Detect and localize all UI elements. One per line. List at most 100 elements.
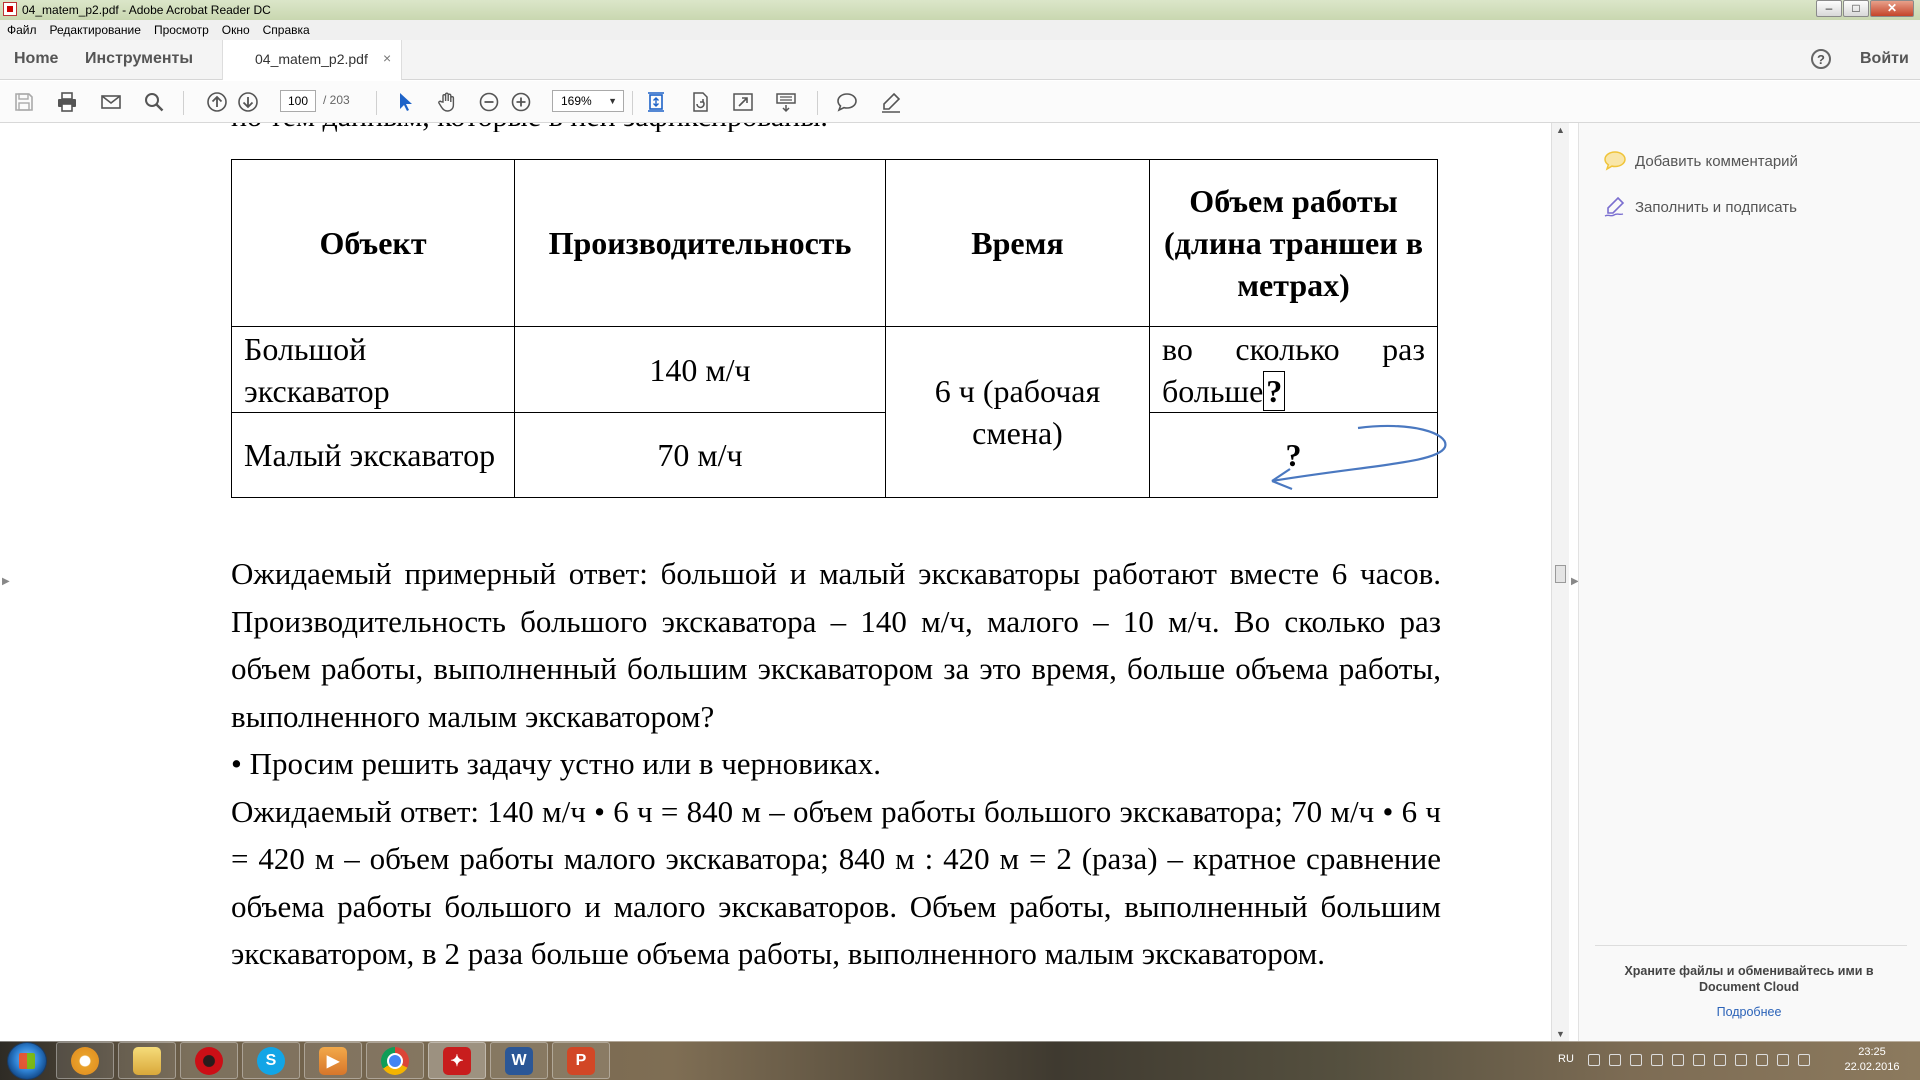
hand-icon[interactable] bbox=[434, 89, 460, 115]
fill-and-sign-button[interactable]: Заполнить и подписать bbox=[1603, 196, 1797, 218]
rotate-icon[interactable] bbox=[687, 89, 713, 115]
taskbar-app-skype[interactable]: S bbox=[242, 1042, 300, 1079]
tray-app-icon[interactable] bbox=[1588, 1054, 1600, 1066]
toolbar-separator bbox=[183, 91, 184, 115]
scroll-down-icon[interactable]: ▼ bbox=[1556, 1029, 1565, 1039]
tray-app-icon[interactable] bbox=[1714, 1054, 1726, 1066]
tab-document[interactable]: 04_matem_p2.pdf × bbox=[222, 40, 402, 80]
table-cell-object: Малый экскаватор bbox=[231, 412, 515, 498]
scroll-up-icon[interactable]: ▲ bbox=[1556, 125, 1565, 135]
window-title: 04_matem_p2.pdf - Adobe Acrobat Reader D… bbox=[22, 3, 271, 17]
nvidia-icon[interactable] bbox=[1693, 1054, 1705, 1066]
volume-text: во сколько раз больше bbox=[1162, 330, 1425, 409]
learn-more-link[interactable]: Подробнее bbox=[1599, 1005, 1899, 1019]
document-tab-label: 04_matem_p2.pdf bbox=[255, 51, 368, 67]
taskbar-app-explorer[interactable] bbox=[118, 1042, 176, 1079]
close-window-button[interactable]: ✕ bbox=[1870, 0, 1914, 17]
page-total: / 203 bbox=[323, 93, 350, 107]
table-header-cell: Объем работы (длина траншеи в метрах) bbox=[1149, 159, 1438, 327]
menu-window[interactable]: Окно bbox=[215, 23, 256, 37]
document-cloud-text: Храните файлы и обменивайтесь ими в Docu… bbox=[1624, 964, 1874, 994]
document-body-text: Ожидаемый примерный ответ: большой и мал… bbox=[231, 550, 1441, 978]
menu-help[interactable]: Справка bbox=[256, 23, 316, 37]
select-cursor-icon[interactable] bbox=[392, 89, 418, 115]
toolbar-separator bbox=[376, 91, 377, 115]
scroll-mode-icon[interactable] bbox=[773, 89, 799, 115]
menu-view[interactable]: Просмотр bbox=[147, 23, 215, 37]
full-screen-icon[interactable] bbox=[730, 89, 756, 115]
tray-app-icon[interactable] bbox=[1672, 1054, 1684, 1066]
table-cell-productivity: 70 м/ч bbox=[514, 412, 886, 498]
network-signal-icon[interactable] bbox=[1651, 1054, 1663, 1066]
data-table: Объект Производительность Время Объем ра… bbox=[231, 159, 1438, 498]
table-header-cell: Время bbox=[885, 159, 1150, 327]
tab-home[interactable]: Home bbox=[14, 50, 58, 68]
sign-icon[interactable] bbox=[878, 89, 904, 115]
windows-taskbar: S ▶ ✦ W P RU 23:25 22.02.2016 bbox=[0, 1041, 1920, 1080]
maximize-button[interactable]: □ bbox=[1843, 0, 1869, 17]
table-header-cell: Производительность bbox=[514, 159, 886, 327]
panel-divider bbox=[1595, 945, 1907, 946]
vertical-scrollbar[interactable]: ▲ ▼ bbox=[1551, 123, 1569, 1041]
start-button[interactable] bbox=[7, 1042, 47, 1080]
volume-icon[interactable] bbox=[1777, 1054, 1789, 1066]
window-title-bar: 04_matem_p2.pdf - Adobe Acrobat Reader D… bbox=[0, 0, 1920, 21]
table-cell-time: 6 ч (рабочая смена) bbox=[885, 326, 1150, 498]
tab-tools[interactable]: Инструменты bbox=[85, 50, 193, 68]
page-up-icon[interactable] bbox=[204, 89, 230, 115]
save-icon[interactable] bbox=[11, 89, 37, 115]
wifi-icon[interactable] bbox=[1798, 1054, 1810, 1066]
right-tools-panel: Добавить комментарий Заполнить и подписа… bbox=[1578, 123, 1920, 1041]
table-cell-volume: во сколько раз больше? bbox=[1149, 326, 1438, 413]
minimize-button[interactable]: – bbox=[1816, 0, 1842, 17]
print-icon[interactable] bbox=[54, 89, 80, 115]
table-cell-object: Большой экскаватор bbox=[231, 326, 515, 413]
toolbar: 100 / 203 169% ▼ bbox=[0, 81, 1920, 123]
tray-app-icon[interactable] bbox=[1630, 1054, 1642, 1066]
menu-file[interactable]: Файл bbox=[0, 23, 43, 37]
clock-time: 23:25 bbox=[1858, 1046, 1886, 1058]
skype-icon: S bbox=[257, 1046, 285, 1075]
taskbar-app-powerpoint[interactable]: P bbox=[552, 1042, 610, 1079]
flag-icon[interactable] bbox=[1756, 1054, 1768, 1066]
system-clock[interactable]: 23:25 22.02.2016 bbox=[1832, 1045, 1912, 1075]
taskbar-app-chrome[interactable] bbox=[366, 1042, 424, 1079]
help-icon[interactable]: ? bbox=[1811, 49, 1831, 69]
close-tab-icon[interactable]: × bbox=[383, 50, 391, 66]
paragraph: Ожидаемый ответ: 140 м/ч • 6 ч = 840 м –… bbox=[231, 793, 1441, 972]
menu-edit[interactable]: Редактирование bbox=[43, 23, 147, 37]
email-icon[interactable] bbox=[98, 89, 124, 115]
language-indicator[interactable]: RU bbox=[1558, 1053, 1574, 1065]
taskbar-app-media-player[interactable]: ▶ bbox=[304, 1042, 362, 1079]
taskbar-app-chrome-canary[interactable] bbox=[56, 1042, 114, 1079]
menu-bar: Файл Редактирование Просмотр Окно Справк… bbox=[0, 20, 1920, 40]
toolbar-separator bbox=[817, 91, 818, 115]
mail-icon[interactable] bbox=[1735, 1054, 1747, 1066]
scrollbar-thumb[interactable] bbox=[1555, 565, 1566, 583]
media-player-icon: ▶ bbox=[319, 1046, 347, 1075]
tray-app-icon[interactable] bbox=[1609, 1054, 1621, 1066]
toolbar-separator bbox=[632, 91, 633, 115]
zoom-out-icon[interactable] bbox=[476, 89, 502, 115]
cut-off-text-line: по тем данным, которые в ней зафиксирова… bbox=[231, 123, 828, 132]
zoom-in-icon[interactable] bbox=[508, 89, 534, 115]
taskbar-app-word[interactable]: W bbox=[490, 1042, 548, 1079]
word-icon: W bbox=[505, 1046, 533, 1075]
add-comment-button[interactable]: Добавить комментарий bbox=[1603, 150, 1798, 172]
chevron-down-icon: ▼ bbox=[608, 96, 617, 106]
taskbar-app-acrobat[interactable]: ✦ bbox=[428, 1042, 486, 1079]
page-down-icon[interactable] bbox=[235, 89, 261, 115]
document-viewport[interactable]: по тем данным, которые в ней зафиксирова… bbox=[0, 123, 1570, 1041]
fit-page-icon[interactable] bbox=[643, 89, 669, 115]
search-icon[interactable] bbox=[141, 89, 167, 115]
zoom-select[interactable]: 169% ▼ bbox=[552, 90, 624, 112]
sign-in-button[interactable]: Войти bbox=[1860, 50, 1909, 68]
table-row: Малый экскаватор 70 м/ч ? bbox=[231, 412, 1438, 498]
comment-bubble-icon bbox=[1604, 151, 1626, 171]
clock-date: 22.02.2016 bbox=[1844, 1061, 1900, 1073]
taskbar-app-opera[interactable] bbox=[180, 1042, 238, 1079]
fill-sign-label: Заполнить и подписать bbox=[1635, 198, 1797, 216]
comment-icon[interactable] bbox=[834, 89, 860, 115]
page-number-input[interactable]: 100 bbox=[280, 90, 316, 112]
left-panel-toggle-icon[interactable]: ▶ bbox=[2, 576, 10, 587]
